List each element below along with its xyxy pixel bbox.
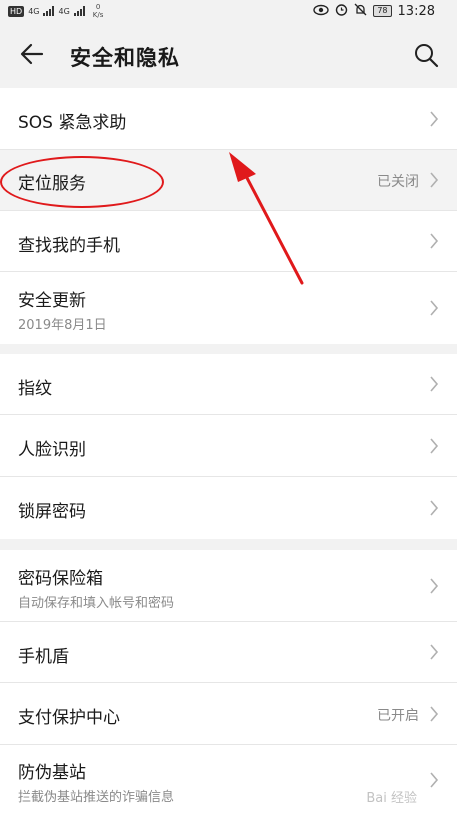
chevron-right-icon [430,172,439,188]
row-label: 密码保险箱 [18,569,103,589]
page-title: 安全和隐私 [70,46,180,70]
clock: 13:28 [397,3,435,19]
chevron-right-icon [430,772,439,788]
chevron-right-icon [430,376,439,392]
network-type-2: 4G [58,6,70,16]
row-find-my-phone[interactable]: 查找我的手机 [0,211,457,272]
battery-indicator: 78 [373,5,392,17]
chevron-right-icon [430,111,439,127]
row-status: 已关闭 [377,174,419,190]
row-sos[interactable]: SOS 紧急求助 [0,88,457,150]
chevron-right-icon [430,706,439,722]
row-label: 锁屏密码 [18,502,86,522]
settings-group-unlock: 指纹 人脸识别 锁屏密码 [0,354,457,539]
row-label: 指纹 [18,379,52,399]
row-label: SOS 紧急求助 [18,113,127,133]
row-sublabel: 自动保存和填入帐号和密码 [18,596,175,611]
settings-group-device: SOS 紧急求助 定位服务 已关闭 查找我的手机 安全更新 2019年8月1日 [0,88,457,344]
row-sublabel: 2019年8月1日 [18,318,107,333]
mute-bell-icon [354,3,367,19]
row-label: 人脸识别 [18,440,86,460]
search-icon[interactable] [413,42,439,68]
app-bar: 安全和隐私 [0,22,457,88]
signal-icon [73,6,85,16]
row-face-recognition[interactable]: 人脸识别 [0,415,457,477]
row-label: 手机盾 [18,647,69,667]
row-location-service[interactable]: 定位服务 已关闭 [0,150,457,211]
eye-icon [313,4,330,19]
row-label: 查找我的手机 [18,236,120,256]
alarm-icon [335,3,348,19]
row-label: 定位服务 [18,174,86,194]
status-bar: HD 4G 4G 0 K/s 78 13:28 [0,0,457,22]
chevron-right-icon [430,438,439,454]
network-speed: 0 K/s [92,3,104,19]
row-payment-protection[interactable]: 支付保护中心 已开启 [0,683,457,745]
row-fingerprint[interactable]: 指纹 [0,354,457,415]
row-label: 防伪基站 [18,763,86,783]
row-label: 支付保护中心 [18,708,120,728]
chevron-right-icon [430,233,439,249]
arrow-left-icon[interactable] [18,40,46,68]
row-security-update[interactable]: 安全更新 2019年8月1日 [0,272,457,344]
chevron-right-icon [430,644,439,660]
row-status: 已开启 [377,708,419,724]
row-label: 安全更新 [18,291,86,311]
row-sublabel: 拦截伪基站推送的诈骗信息 [18,790,175,805]
settings-group-protection: 密码保险箱 自动保存和填入帐号和密码 手机盾 支付保护中心 已开启 防伪基站 拦… [0,550,457,816]
chevron-right-icon [430,578,439,594]
chevron-right-icon [430,300,439,316]
network-type-1: 4G [28,6,40,16]
watermark: Bai 经验 [366,791,417,806]
chevron-right-icon [430,500,439,516]
signal-icon [43,6,55,16]
row-lock-screen-password[interactable]: 锁屏密码 [0,477,457,539]
row-phone-shield[interactable]: 手机盾 [0,622,457,683]
row-password-vault[interactable]: 密码保险箱 自动保存和填入帐号和密码 [0,550,457,622]
hd-badge: HD [8,5,25,17]
